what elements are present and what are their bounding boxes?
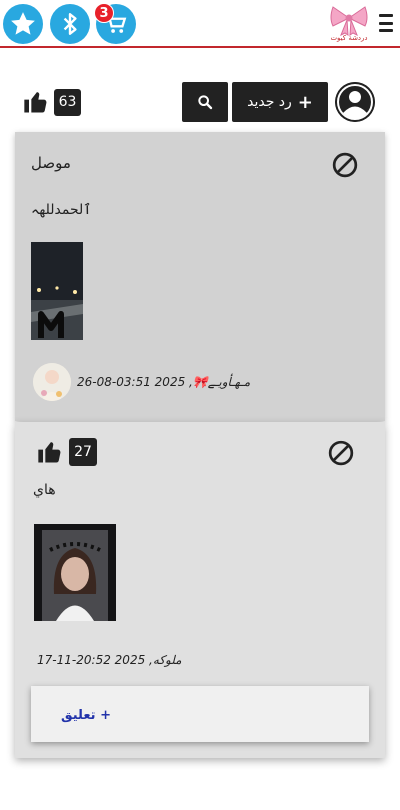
new-reply-button[interactable]: رد جديد + bbox=[232, 82, 328, 122]
top-bar: 3 دردشة كيوت bbox=[0, 0, 400, 48]
post-meta: ملوكه, 2025 20:52-11-17 bbox=[37, 653, 182, 667]
post-timestamp: 2025 20:52-11-17 bbox=[37, 653, 146, 667]
thumbs-up-icon[interactable] bbox=[35, 438, 65, 466]
add-comment-link[interactable]: تعليق + bbox=[61, 708, 111, 723]
bluetooth-icon[interactable] bbox=[50, 4, 90, 44]
thread-likes-count: 63 bbox=[54, 88, 81, 116]
bow-icon bbox=[330, 6, 368, 36]
post-likes-count: 27 bbox=[69, 438, 97, 466]
plus-icon: + bbox=[297, 91, 313, 113]
thread-like-group[interactable]: 63 bbox=[21, 88, 81, 116]
star-icon[interactable] bbox=[3, 4, 43, 44]
post-meta: مـهـأويـے🎀, 2025 03:51-08-26 bbox=[77, 375, 251, 389]
post-like-group[interactable]: 27 bbox=[35, 438, 97, 466]
logo-text: دردشة كيوت bbox=[330, 34, 368, 42]
notification-badge: 3 bbox=[94, 3, 114, 23]
post-attachment-image[interactable] bbox=[34, 524, 116, 621]
menu-icon[interactable] bbox=[379, 14, 393, 32]
post-author[interactable]: ملوكه bbox=[153, 653, 182, 667]
post-title: موصل bbox=[31, 154, 71, 172]
ban-icon[interactable] bbox=[328, 440, 354, 466]
post-attachment-image[interactable] bbox=[31, 242, 83, 340]
ban-icon[interactable] bbox=[332, 152, 358, 178]
search-button[interactable] bbox=[182, 82, 228, 122]
post-text: هاي bbox=[33, 482, 56, 498]
post-timestamp: 2025 03:51-08-26 bbox=[77, 375, 186, 389]
comment-box: تعليق + bbox=[31, 686, 369, 742]
thumbs-up-icon[interactable] bbox=[21, 88, 51, 116]
author-avatar[interactable] bbox=[33, 363, 71, 401]
new-reply-label: رد جديد bbox=[247, 94, 292, 110]
post-author[interactable]: مـهـأويـے🎀 bbox=[193, 375, 250, 389]
site-logo[interactable]: دردشة كيوت bbox=[328, 4, 370, 46]
post-card: موصل ٱلحمدللهہ مـهـأويـے🎀, 2025 03:51-08… bbox=[15, 132, 385, 421]
post-card: 27 هاي ملوكه, 2025 20:52-11-17 تعليق + bbox=[15, 422, 385, 758]
post-text: ٱلحمدللهہ bbox=[31, 202, 92, 218]
user-icon bbox=[335, 82, 375, 122]
user-avatar[interactable] bbox=[335, 82, 375, 122]
search-icon bbox=[198, 95, 213, 110]
